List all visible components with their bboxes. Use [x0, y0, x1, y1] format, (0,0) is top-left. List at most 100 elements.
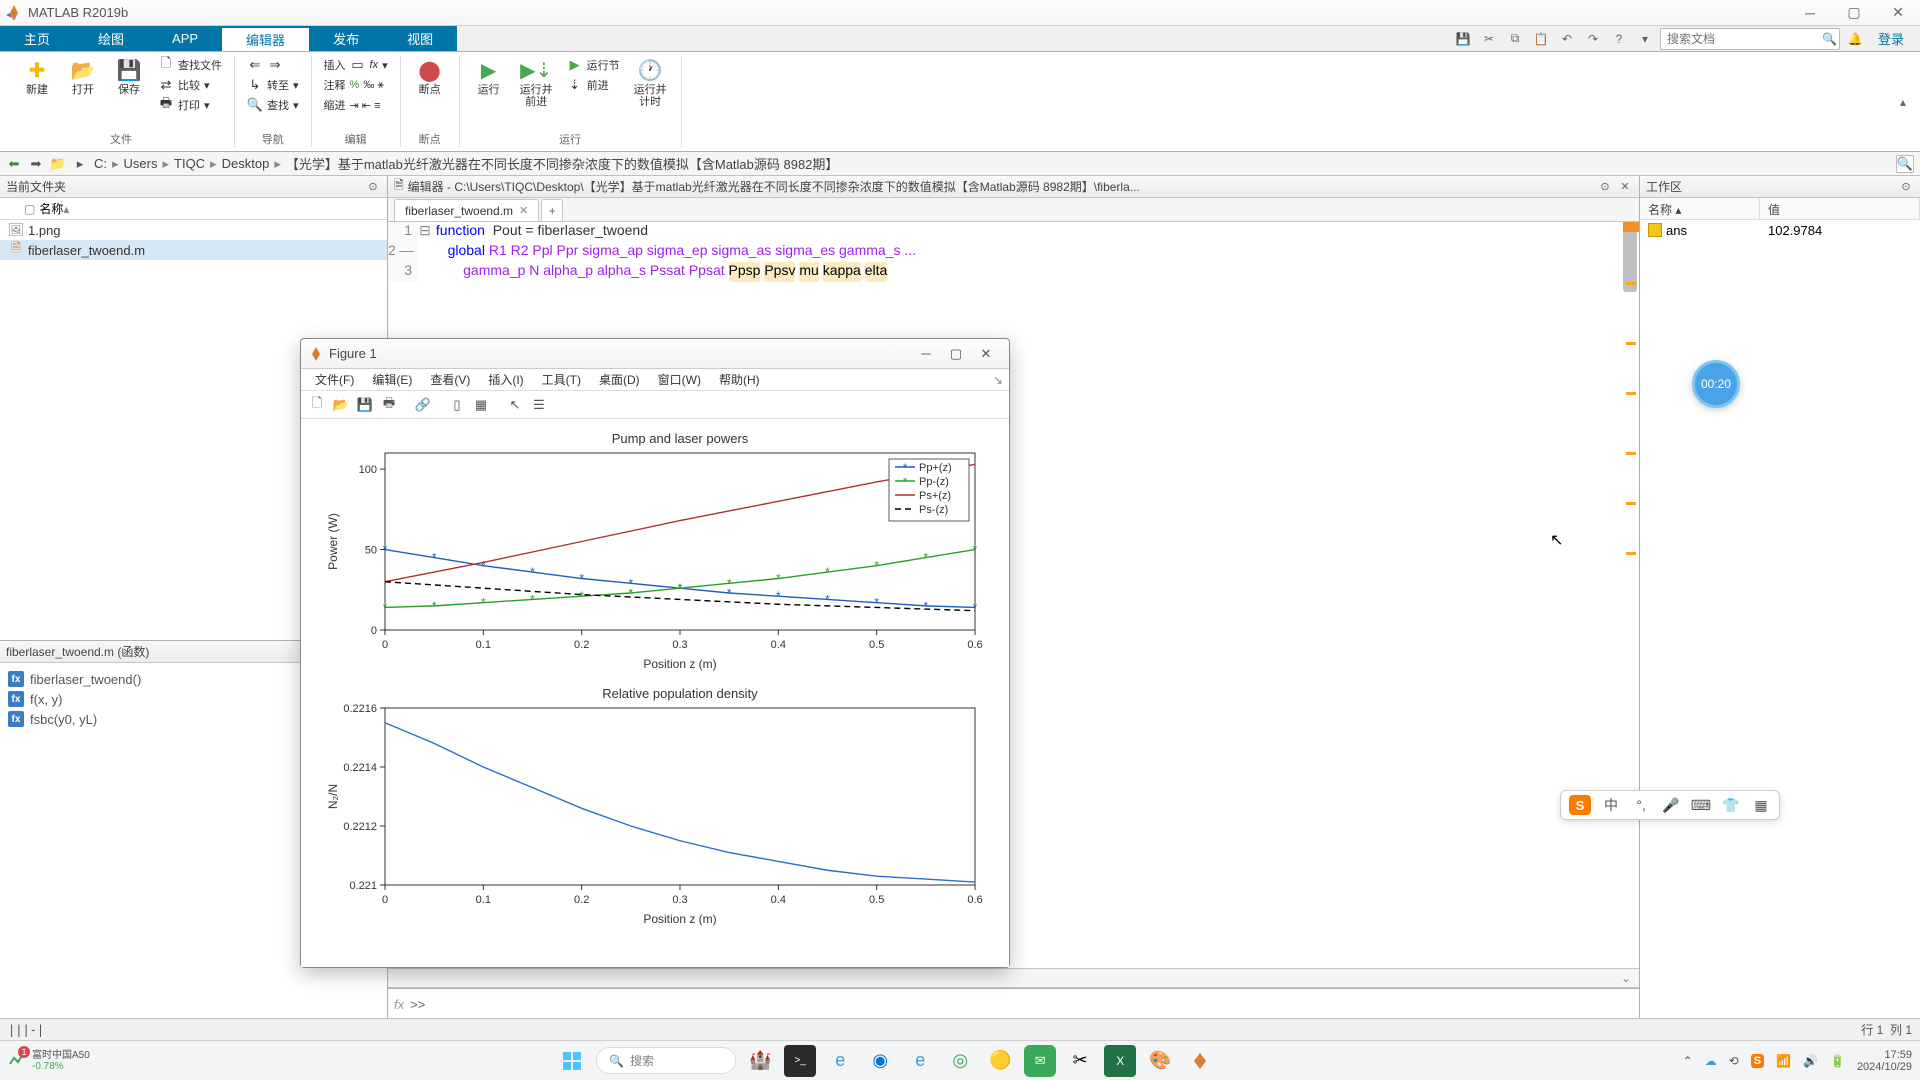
run-section-button[interactable]: ▶运行节 [563, 56, 624, 74]
tab-plots[interactable]: 绘图 [74, 26, 148, 51]
save-quick-icon[interactable]: 💾 [1452, 28, 1474, 50]
tray-onedrive-icon[interactable]: ☁ [1705, 1054, 1717, 1068]
save-button[interactable]: 💾保存 [108, 56, 150, 98]
tab-apps[interactable]: APP [148, 26, 222, 51]
window-minimize-button[interactable]: ─ [1788, 0, 1832, 26]
window-close-button[interactable]: ✕ [1876, 0, 1920, 26]
workspace-dropdown-button[interactable]: ⊙ [1898, 179, 1914, 195]
taskbar-matlab-icon[interactable] [1184, 1045, 1216, 1077]
start-button[interactable] [556, 1045, 588, 1077]
breadcrumb-seg[interactable]: Desktop [220, 156, 272, 171]
tray-battery-icon[interactable]: 🔋 [1830, 1054, 1845, 1068]
tab-editor[interactable]: 编辑器 [222, 26, 309, 51]
tray-wifi-icon[interactable]: 📶 [1776, 1054, 1791, 1068]
recording-timer-badge[interactable]: 00:20 [1692, 360, 1740, 408]
new-figure-icon[interactable]: 🗋 [307, 395, 327, 415]
menu-file[interactable]: 文件(F) [307, 369, 362, 390]
redo-icon[interactable]: ↷ [1582, 28, 1604, 50]
menu-view[interactable]: 查看(V) [422, 369, 478, 390]
ime-mic-icon[interactable]: 🎤 [1661, 795, 1681, 815]
tile-icon[interactable]: ▦ [471, 395, 491, 415]
open-figure-icon[interactable]: 📂 [331, 395, 351, 415]
doc-search-box[interactable]: 🔍 [1660, 28, 1840, 50]
command-window-reveal[interactable]: ⌄ [388, 968, 1639, 988]
ime-keyboard-icon[interactable]: ⌨ [1691, 795, 1711, 815]
advance-button[interactable]: ⇣前进 [563, 76, 624, 94]
taskbar-360-icon[interactable]: ◎ [944, 1045, 976, 1077]
figure-titlebar[interactable]: Figure 1 ─ ▢ ✕ [301, 339, 1009, 369]
copy-icon[interactable]: ⧉ [1504, 28, 1526, 50]
taskbar-paint-icon[interactable]: 🎨 [1144, 1045, 1176, 1077]
taskbar-excel-icon[interactable]: X [1104, 1045, 1136, 1077]
run-advance-button[interactable]: ▶⇣运行并 前进 [514, 56, 559, 110]
ime-toolbar[interactable]: S 中 °, 🎤 ⌨ 👕 ▦ [1560, 790, 1780, 820]
taskbar-search[interactable]: 🔍搜索 [596, 1047, 736, 1074]
taskbar-terminal-icon[interactable]: >_ [784, 1045, 816, 1077]
new-button[interactable]: ✚新建 [16, 56, 58, 98]
goto-button[interactable]: ↳转至 ▾ [243, 76, 303, 94]
properties-icon[interactable]: ☰ [529, 395, 549, 415]
link-data-icon[interactable]: 🔗 [413, 395, 433, 415]
save-figure-icon[interactable]: 💾 [355, 395, 375, 415]
tab-home[interactable]: 主页 [0, 26, 74, 51]
menu-tools[interactable]: 工具(T) [534, 369, 589, 390]
taskbar-wechat-icon[interactable]: ✉ [1024, 1045, 1056, 1077]
tray-sogou-icon[interactable]: S [1751, 1054, 1764, 1068]
ime-punct-icon[interactable]: °, [1631, 795, 1651, 815]
tab-publish[interactable]: 发布 [309, 26, 383, 51]
tray-volume-icon[interactable]: 🔊 [1803, 1054, 1818, 1068]
path-up-button[interactable]: 📁 [48, 154, 68, 174]
breadcrumb-drive[interactable]: C: [92, 156, 109, 171]
doc-search-input[interactable] [1667, 32, 1822, 46]
cut-icon[interactable]: ✂ [1478, 28, 1500, 50]
sogou-logo-icon[interactable]: S [1569, 795, 1591, 815]
compare-button[interactable]: ⇄比较 ▾ [154, 76, 226, 94]
breakpoints-button[interactable]: ⬤断点 [409, 56, 451, 98]
breadcrumb-folder[interactable]: 【光学】基于matlab光纤激光器在不同长度不同掺杂浓度下的数值模拟【含Matl… [284, 154, 841, 173]
taskbar-explorer-icon[interactable]: 🏰 [744, 1045, 776, 1077]
taskbar-snip-icon[interactable]: ✂ [1064, 1045, 1096, 1077]
run-button[interactable]: ▶运行 [468, 56, 510, 98]
paste-icon[interactable]: 📋 [1530, 28, 1552, 50]
workspace-variable-row[interactable]: ans 102.9784 [1640, 220, 1920, 240]
breadcrumb-seg[interactable]: Users [122, 156, 160, 171]
editor-new-tab-button[interactable]: + [541, 199, 563, 221]
figure-maximize-button[interactable]: ▢ [941, 343, 971, 365]
run-time-button[interactable]: 🕐运行并 计时 [628, 56, 673, 110]
tab-close-icon[interactable]: ✕ [519, 204, 528, 217]
tab-view[interactable]: 视图 [383, 26, 457, 51]
ime-skin-icon[interactable]: 👕 [1721, 795, 1741, 815]
file-row[interactable]: 🖼 1.png [0, 220, 387, 240]
taskbar-edge-legacy-icon[interactable]: e [904, 1045, 936, 1077]
window-maximize-button[interactable]: ▢ [1832, 0, 1876, 26]
menu-window[interactable]: 窗口(W) [650, 369, 709, 390]
breadcrumb-seg[interactable]: TIQC [172, 156, 207, 171]
menu-edit[interactable]: 编辑(E) [364, 369, 420, 390]
taskbar-edge-icon[interactable]: ◉ [864, 1045, 896, 1077]
find-button[interactable]: 🔍查找 ▾ [243, 96, 303, 114]
notification-icon[interactable]: 🔔 [1844, 28, 1866, 50]
path-back-button[interactable]: ⬅ [4, 154, 24, 174]
ws-col-name[interactable]: 名称 ▴ [1640, 198, 1760, 219]
ime-lang-button[interactable]: 中 [1601, 795, 1621, 815]
path-browse-button[interactable]: ▸ [70, 154, 90, 174]
editor-close-button[interactable]: ✕ [1617, 179, 1633, 195]
figure-minimize-button[interactable]: ─ [911, 343, 941, 365]
menu-desktop[interactable]: 桌面(D) [591, 369, 648, 390]
help-icon[interactable]: ? [1608, 28, 1630, 50]
tray-chevron-up-icon[interactable]: ⌃ [1683, 1054, 1693, 1068]
print-button[interactable]: 🖶打印 ▾ [154, 96, 226, 114]
panel-dropdown-button[interactable]: ⊙ [365, 179, 381, 195]
indent-button[interactable]: 缩进 ⇥ ⇤ ≡ [320, 96, 392, 114]
pointer-icon[interactable]: ↖ [505, 395, 525, 415]
taskbar-clock[interactable]: 17:59 2024/10/29 [1857, 1049, 1912, 1073]
login-link[interactable]: 登录 [1870, 29, 1912, 48]
editor-tab[interactable]: fiberlaser_twoend.m ✕ [394, 199, 539, 221]
insert-button[interactable]: 插入 ▭ fx ▾ [320, 56, 392, 74]
menu-help[interactable]: 帮助(H) [711, 369, 768, 390]
undo-icon[interactable]: ↶ [1556, 28, 1578, 50]
figure-menu-more-icon[interactable]: ↘ [993, 373, 1003, 387]
path-search-button[interactable]: 🔍 [1896, 155, 1914, 173]
folder-name-column[interactable]: ▢ 名称 ▴ [0, 198, 387, 220]
path-forward-button[interactable]: ➡ [26, 154, 46, 174]
